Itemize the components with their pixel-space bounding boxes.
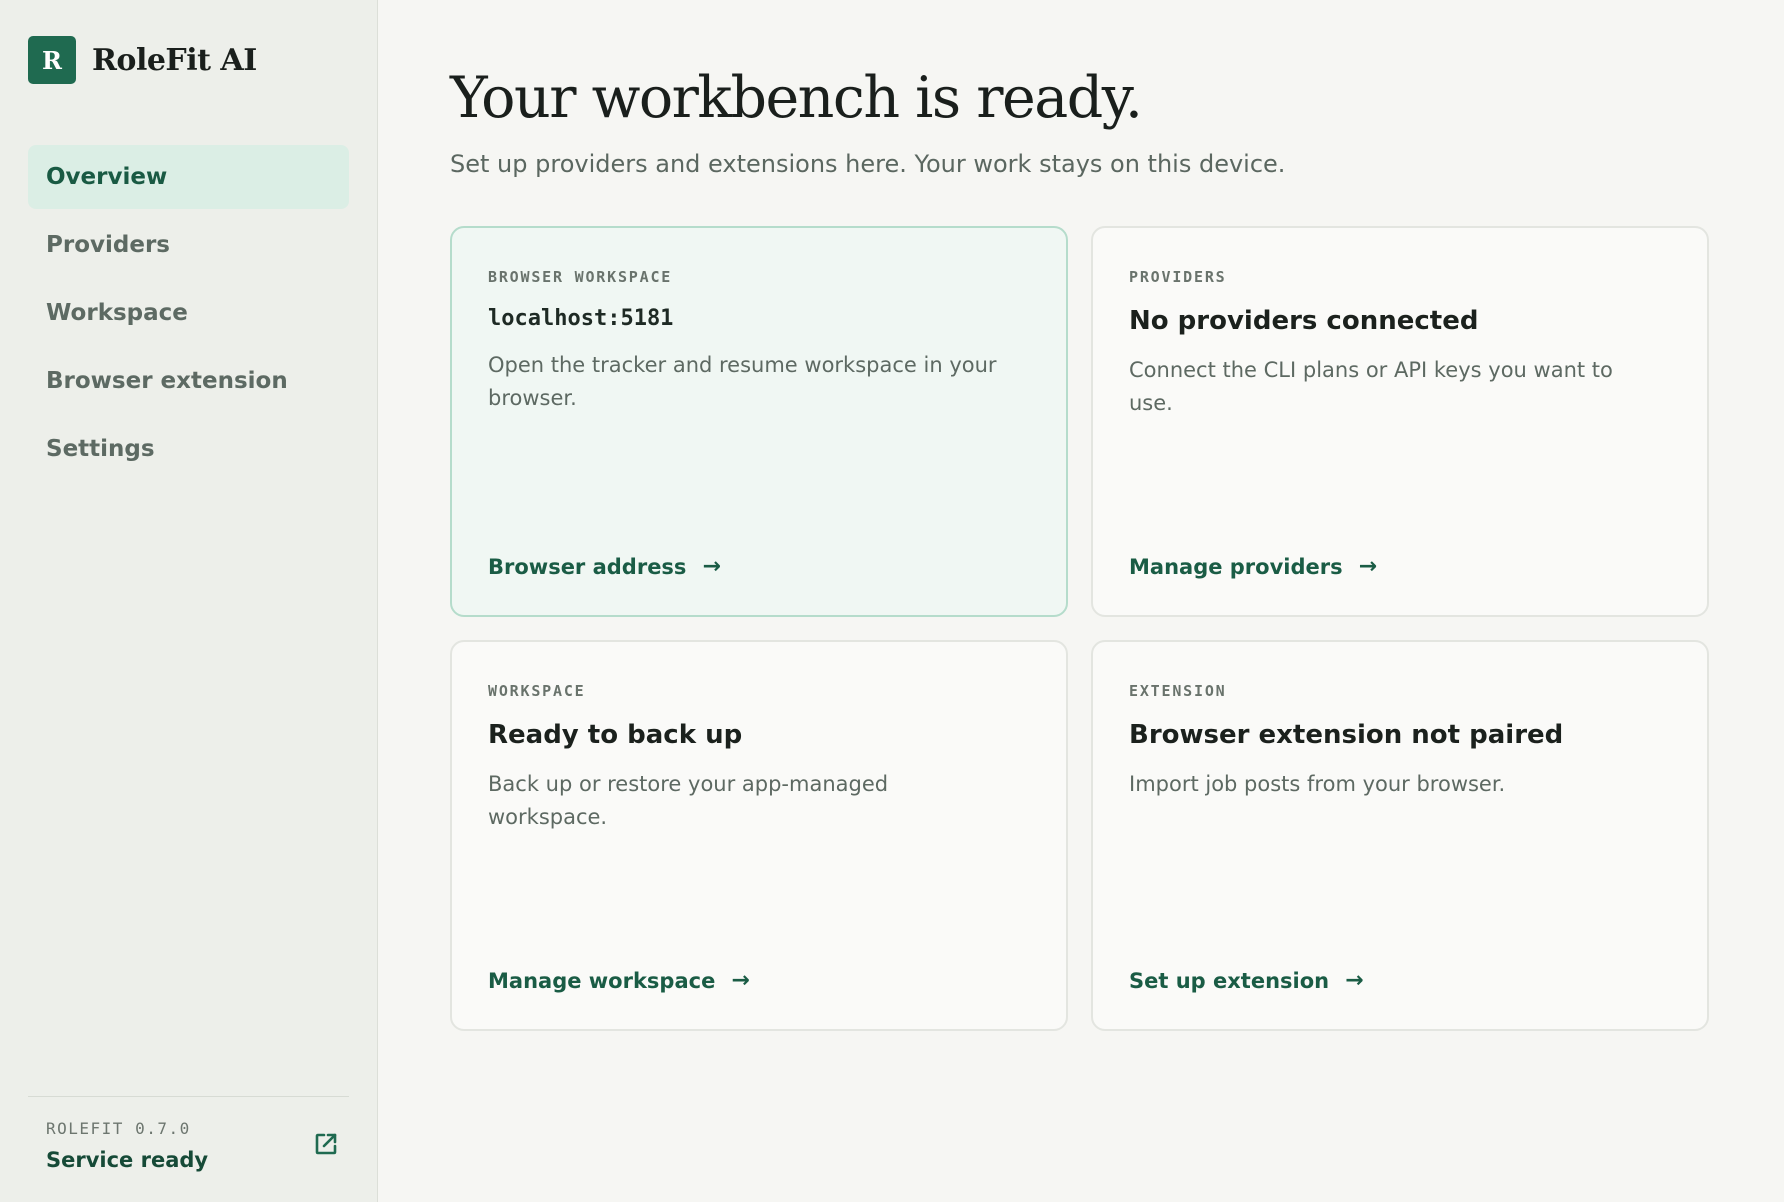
card-eyebrow: WORKSPACE xyxy=(488,682,586,700)
sidebar: R RoleFit AI Overview Providers Workspac… xyxy=(0,0,378,1202)
external-link-icon[interactable] xyxy=(313,1131,339,1157)
arrow-right-icon: → xyxy=(1345,968,1364,993)
link-label: Set up extension xyxy=(1129,968,1330,993)
arrow-right-icon: → xyxy=(702,554,721,579)
set-up-extension-link[interactable]: Set up extension → xyxy=(1129,968,1364,993)
providers-card: PROVIDERS No providers connected Connect… xyxy=(1091,226,1709,617)
browser-address-link[interactable]: Browser address → xyxy=(488,554,721,579)
sidebar-footer: ROLEFIT 0.7.0 Service ready xyxy=(28,1096,349,1172)
card-description: Import job posts from your browser. xyxy=(1129,772,1506,796)
link-label: Browser address xyxy=(488,554,687,579)
sidebar-item-workspace[interactable]: Workspace xyxy=(28,281,349,345)
page-subtitle: Set up providers and extensions here. Yo… xyxy=(450,150,1286,178)
link-label: Manage workspace xyxy=(488,968,716,993)
link-label: Manage providers xyxy=(1129,554,1343,579)
manage-workspace-link[interactable]: Manage workspace → xyxy=(488,968,750,993)
arrow-right-icon: → xyxy=(731,968,750,993)
sidebar-item-overview[interactable]: Overview xyxy=(28,145,349,209)
card-grid: BROWSER WORKSPACE localhost:5181 Open th… xyxy=(450,226,1712,1031)
arrow-right-icon: → xyxy=(1358,554,1378,579)
brand[interactable]: R RoleFit AI xyxy=(28,35,349,85)
extension-card: EXTENSION Browser extension not paired I… xyxy=(1091,640,1709,1031)
card-eyebrow: EXTENSION xyxy=(1129,682,1227,700)
app-version: ROLEFIT 0.7.0 xyxy=(46,1119,191,1138)
sidebar-nav: Overview Providers Workspace Browser ext… xyxy=(28,145,349,481)
brand-logo: R xyxy=(28,36,76,84)
workspace-card: WORKSPACE Ready to back up Back up or re… xyxy=(450,640,1068,1031)
service-status: Service ready xyxy=(46,1148,209,1172)
card-description: Open the tracker and resume workspace in… xyxy=(488,353,997,410)
manage-providers-link[interactable]: Manage providers → xyxy=(1129,554,1377,579)
card-title: No providers connected xyxy=(1129,306,1479,336)
card-description: Connect the CLI plans or API keys you wa… xyxy=(1129,358,1613,415)
card-description: Back up or restore your app-managed work… xyxy=(488,772,889,829)
card-eyebrow: PROVIDERS xyxy=(1129,268,1227,286)
brand-name: RoleFit AI xyxy=(92,42,257,78)
card-eyebrow: BROWSER WORKSPACE xyxy=(488,268,673,286)
main-content: Your workbench is ready. Set up provider… xyxy=(378,0,1784,1202)
browser-workspace-card: BROWSER WORKSPACE localhost:5181 Open th… xyxy=(450,226,1068,617)
card-title: localhost:5181 xyxy=(488,306,674,331)
card-title: Browser extension not paired xyxy=(1129,720,1564,750)
sidebar-item-browser-extension[interactable]: Browser extension xyxy=(28,349,349,413)
sidebar-item-providers[interactable]: Providers xyxy=(28,213,349,277)
sidebar-item-settings[interactable]: Settings xyxy=(28,417,349,481)
card-title: Ready to back up xyxy=(488,720,743,750)
page-title: Your workbench is ready. xyxy=(450,65,1143,131)
